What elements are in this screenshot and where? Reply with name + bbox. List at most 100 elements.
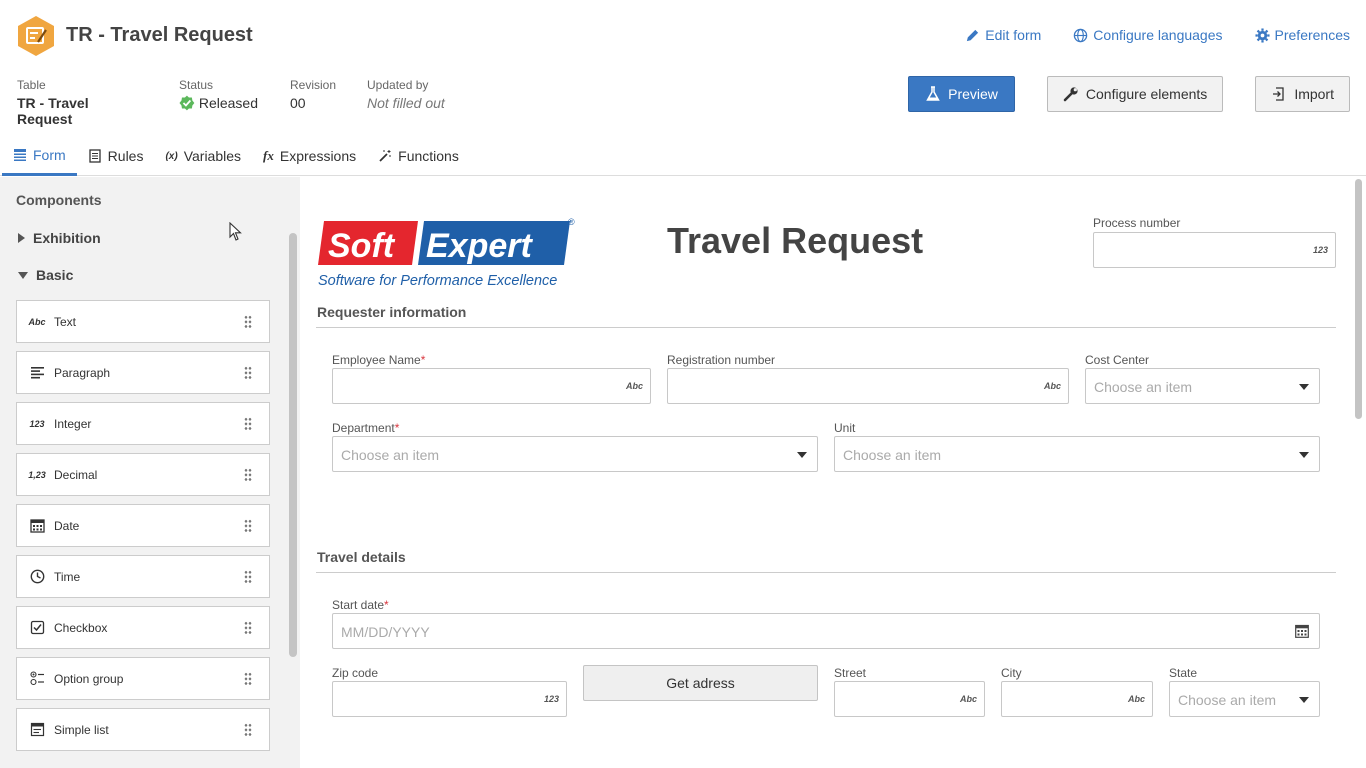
department-label: Department*	[332, 421, 400, 435]
form-metadata: Table TR - Travel Request Status Release…	[17, 78, 477, 127]
component-decimal[interactable]: 1,23 Decimal	[16, 453, 270, 496]
drag-handle-icon[interactable]	[244, 315, 252, 329]
canvas-scrollbar[interactable]	[1355, 179, 1362, 419]
component-date[interactable]: Date	[16, 504, 270, 547]
softexpert-logo: Soft Expert ® Software for Performance E…	[318, 217, 575, 289]
status-label: Status	[179, 78, 214, 92]
group-basic[interactable]: Basic	[18, 267, 73, 283]
drag-handle-icon[interactable]	[244, 417, 252, 431]
process-number-label: Process number	[1093, 216, 1181, 230]
globe-icon	[1074, 28, 1088, 42]
chevron-down-icon	[797, 452, 807, 458]
wand-icon	[379, 150, 391, 162]
cost-center-select[interactable]: Choose an item	[1085, 368, 1320, 404]
get-address-button[interactable]: Get adress	[583, 665, 818, 701]
configure-languages-link[interactable]: Configure languages	[1073, 27, 1223, 43]
components-sidebar: Components Exhibition Basic Abc Text Par…	[0, 177, 300, 768]
state-select[interactable]: Choose an item	[1169, 681, 1320, 717]
sidebar-scrollbar[interactable]	[289, 233, 297, 657]
tab-variables[interactable]: (x) Variables	[154, 136, 252, 176]
mouse-cursor-icon	[229, 222, 242, 241]
integer-type-icon: 123	[29, 418, 45, 429]
drag-handle-icon[interactable]	[244, 723, 252, 737]
updated-by-value: Not filled out	[367, 95, 445, 111]
list-icon	[28, 722, 46, 737]
form-icon	[14, 148, 26, 161]
import-icon	[1273, 87, 1284, 101]
form-title: Travel Request	[667, 220, 924, 261]
form-app-icon	[18, 16, 54, 56]
start-date-field[interactable]: MM/DD/YYYY	[332, 613, 1320, 649]
cost-center-label: Cost Center	[1085, 353, 1150, 367]
option-group-icon	[28, 671, 46, 686]
component-paragraph[interactable]: Paragraph	[16, 351, 270, 394]
calendar-icon	[28, 518, 46, 533]
revision-value: 00	[290, 95, 306, 111]
preview-button[interactable]: Preview	[908, 76, 1015, 112]
rules-icon	[89, 149, 101, 163]
registration-number-field[interactable]: Abc	[667, 368, 1069, 404]
unit-select[interactable]: Choose an item	[834, 436, 1320, 472]
tab-rules[interactable]: Rules	[77, 136, 155, 176]
department-select[interactable]: Choose an item	[332, 436, 818, 472]
street-field[interactable]: Abc	[834, 681, 985, 717]
import-button[interactable]: Import	[1255, 76, 1350, 112]
drag-handle-icon[interactable]	[244, 621, 252, 635]
page-title: TR - Travel Request	[66, 24, 253, 46]
drag-handle-icon[interactable]	[244, 519, 252, 533]
configure-elements-button[interactable]: Configure elements	[1046, 76, 1224, 112]
component-option-group[interactable]: Option group	[16, 657, 270, 700]
component-simple-list[interactable]: Simple list	[16, 708, 270, 751]
component-time[interactable]: Time	[16, 555, 270, 598]
text-type-icon: Abc	[28, 316, 46, 327]
tab-expressions[interactable]: fx Expressions	[252, 136, 367, 176]
zip-code-field[interactable]: 123	[332, 681, 567, 717]
chevron-down-icon	[1299, 452, 1309, 458]
section-divider	[316, 572, 1336, 573]
component-checkbox[interactable]: Checkbox	[16, 606, 270, 649]
calendar-icon[interactable]	[1295, 624, 1309, 638]
chevron-down-icon	[1299, 384, 1309, 390]
preferences-link[interactable]: Preferences	[1254, 27, 1350, 43]
employee-name-field[interactable]: Abc	[332, 368, 651, 404]
employee-name-label: Employee Name*	[332, 353, 426, 367]
city-label: City	[1001, 666, 1022, 680]
drag-handle-icon[interactable]	[244, 672, 252, 686]
form-canvas: Soft Expert ® Software for Performance E…	[300, 177, 1366, 768]
top-bar: TR - Travel Request Edit form Configure …	[0, 0, 1366, 70]
chevron-down-icon	[1299, 697, 1309, 703]
drag-handle-icon[interactable]	[244, 570, 252, 584]
components-heading: Components	[16, 192, 102, 208]
fx-icon: fx	[263, 148, 274, 163]
state-label: State	[1169, 666, 1198, 680]
section-divider	[316, 327, 1336, 328]
decimal-type-icon: 1,23	[28, 469, 46, 480]
section-travel-title: Travel details	[317, 549, 406, 565]
svg-text:®: ®	[568, 217, 575, 227]
unit-label: Unit	[834, 421, 856, 435]
status-badge: Released	[179, 95, 258, 111]
tab-functions[interactable]: Functions	[367, 136, 470, 176]
caret-right-icon	[18, 233, 25, 243]
process-number-field[interactable]: 123	[1093, 232, 1336, 268]
paragraph-icon	[28, 365, 46, 380]
zip-code-label: Zip code	[332, 666, 379, 680]
gear-icon	[1254, 27, 1270, 43]
check-badge-icon	[179, 95, 195, 111]
city-field[interactable]: Abc	[1001, 681, 1153, 717]
component-list: Abc Text Paragraph 123 Integer 1,23 Deci…	[16, 300, 270, 759]
group-exhibition[interactable]: Exhibition	[18, 230, 101, 246]
pencil-icon	[967, 29, 979, 41]
drag-handle-icon[interactable]	[244, 366, 252, 380]
tab-form[interactable]: Form	[2, 136, 77, 176]
drag-handle-icon[interactable]	[244, 468, 252, 482]
start-date-label: Start date*	[332, 598, 389, 612]
edit-form-link[interactable]: Edit form	[965, 27, 1041, 43]
table-value: TR - Travel Request	[17, 95, 89, 127]
component-integer[interactable]: 123 Integer	[16, 402, 270, 445]
street-label: Street	[834, 666, 867, 680]
table-label: Table	[17, 78, 46, 92]
registration-number-label: Registration number	[667, 353, 776, 367]
caret-down-icon	[18, 271, 28, 279]
component-text[interactable]: Abc Text	[16, 300, 270, 343]
